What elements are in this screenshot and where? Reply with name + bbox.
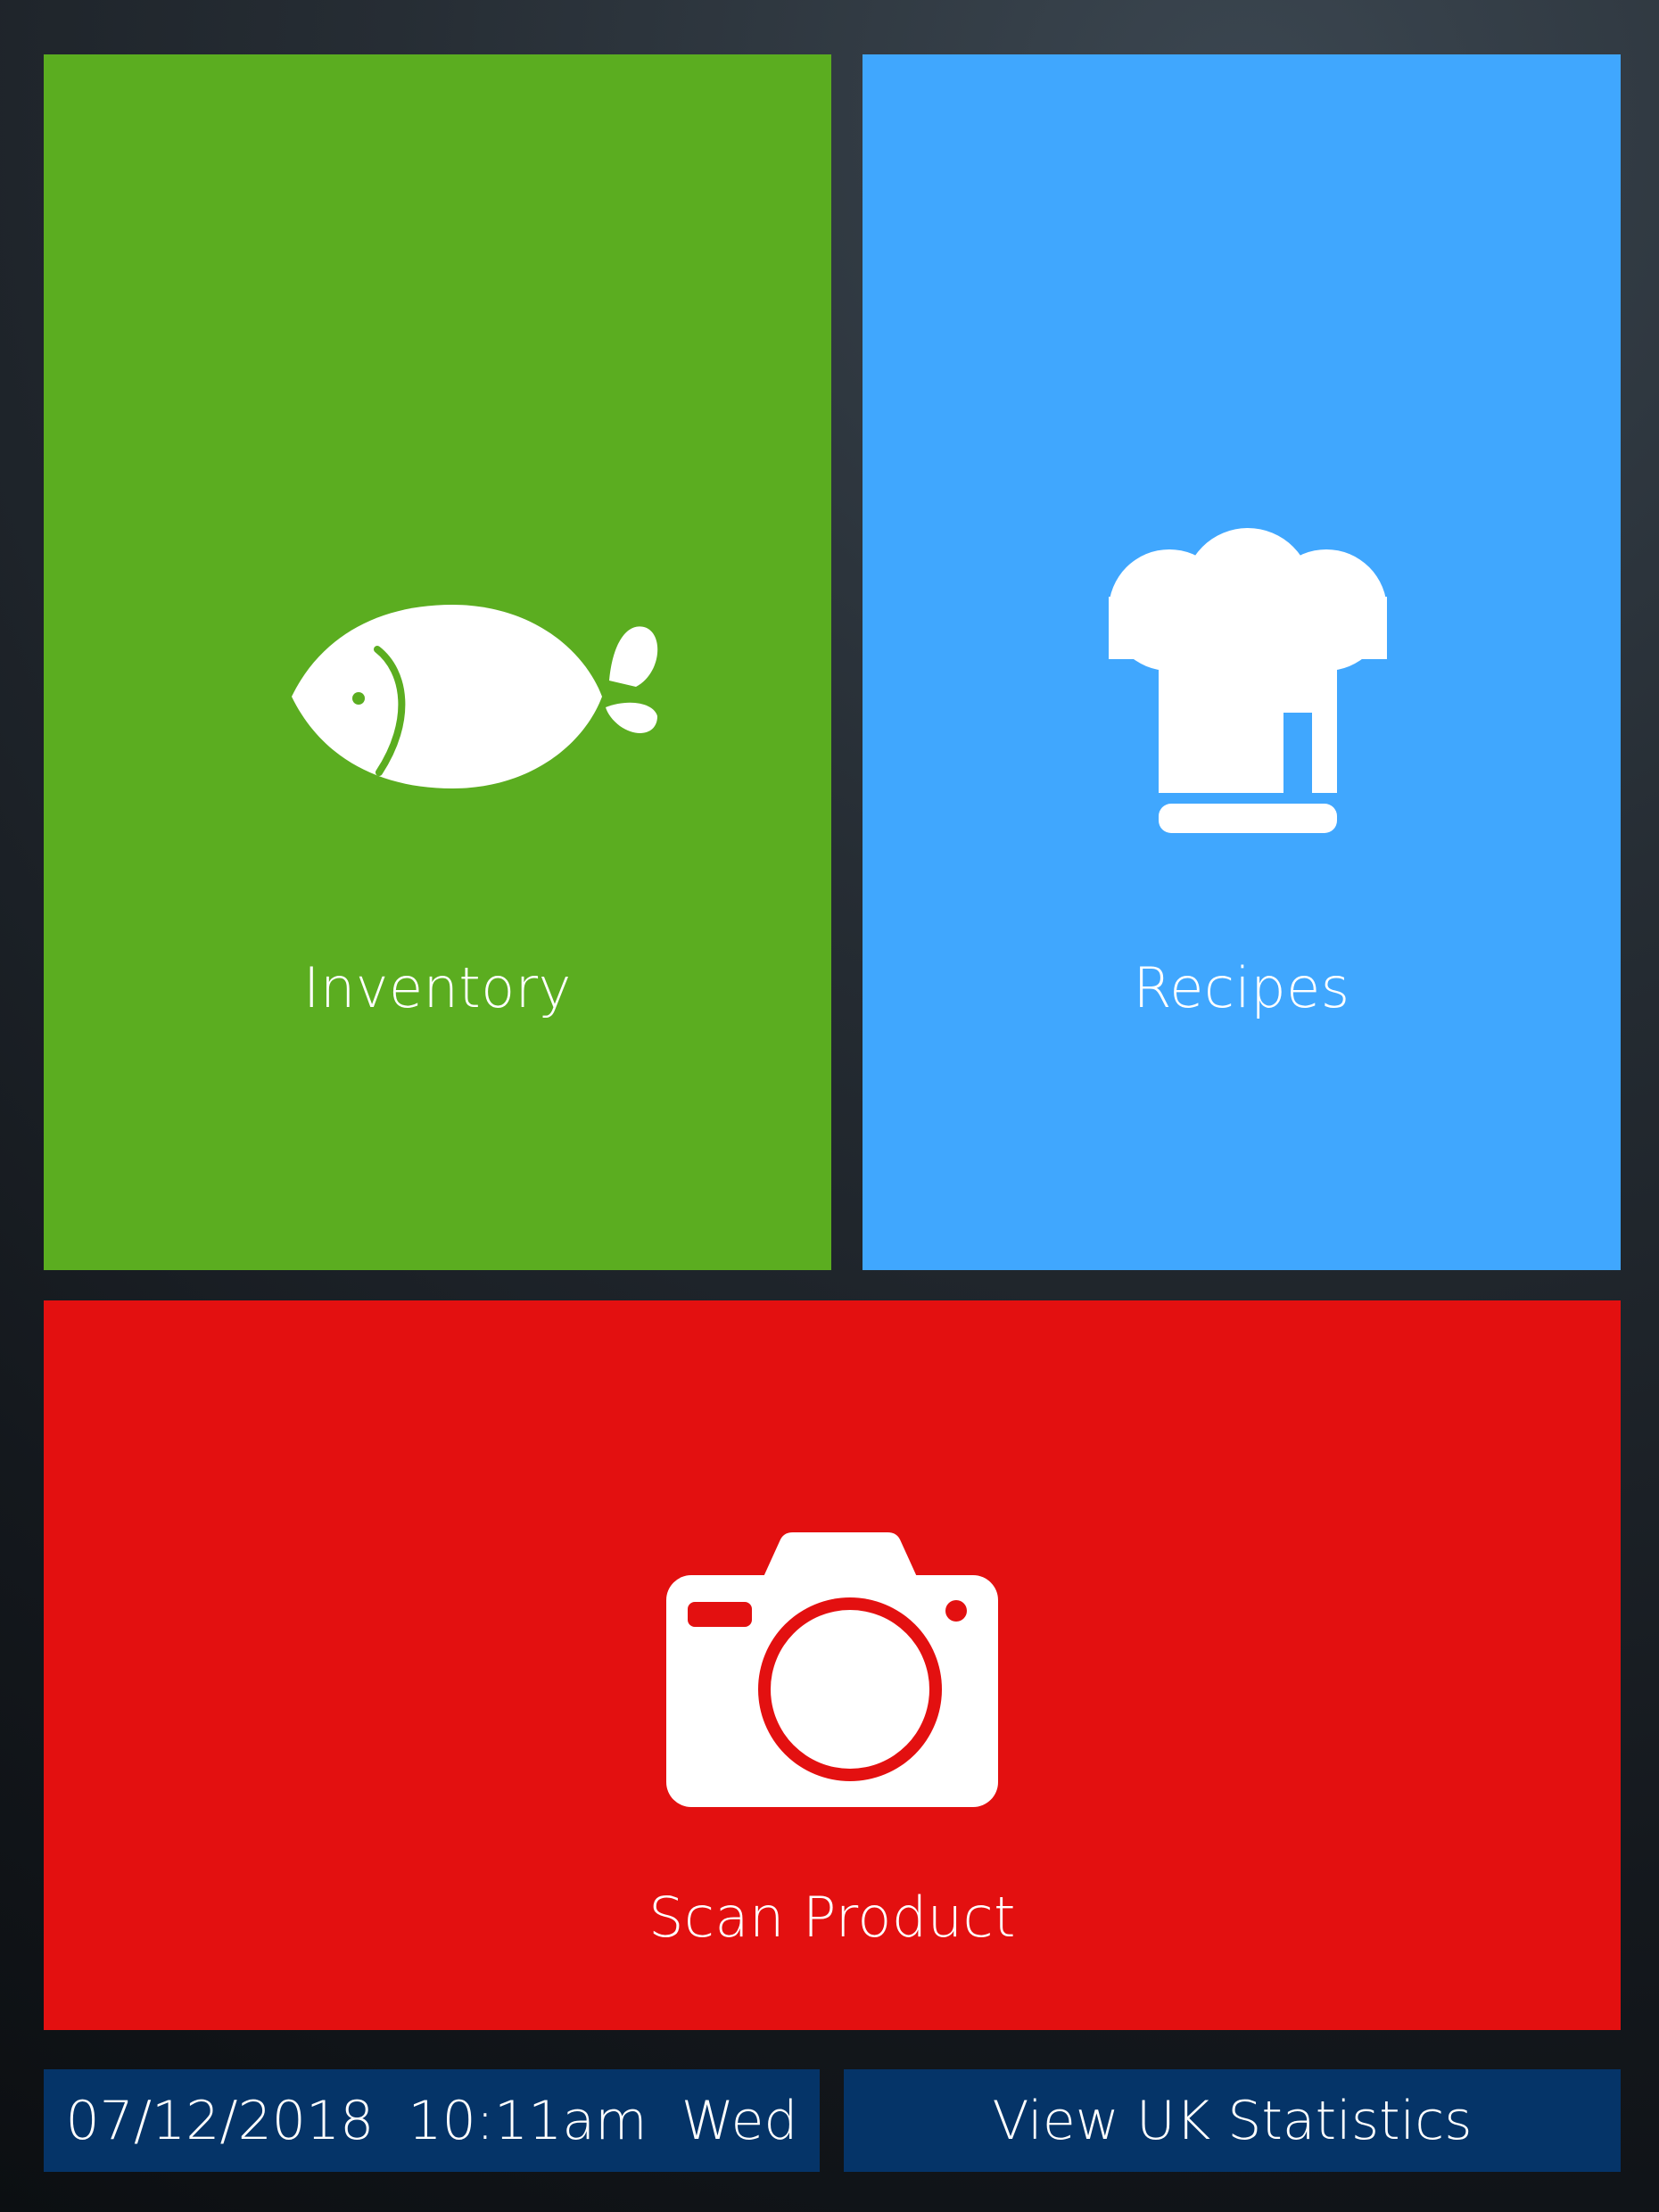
chef-hat-icon xyxy=(1109,528,1387,833)
inventory-tile[interactable]: Inventory xyxy=(44,54,831,1270)
recipes-tile[interactable]: Recipes xyxy=(863,54,1621,1270)
fish-icon xyxy=(292,605,658,788)
scan-product-tile[interactable]: Scan Product xyxy=(44,1300,1621,2030)
datetime-display: 07/12/2018 10:11am Wed xyxy=(44,2069,820,2172)
camera-icon xyxy=(666,1532,998,1807)
inventory-label: Inventory xyxy=(303,955,572,1020)
view-uk-statistics-button[interactable]: View UK Statistics xyxy=(844,2069,1621,2172)
recipes-label: Recipes xyxy=(1133,955,1350,1020)
scan-product-label: Scan Product xyxy=(648,1885,1016,1950)
